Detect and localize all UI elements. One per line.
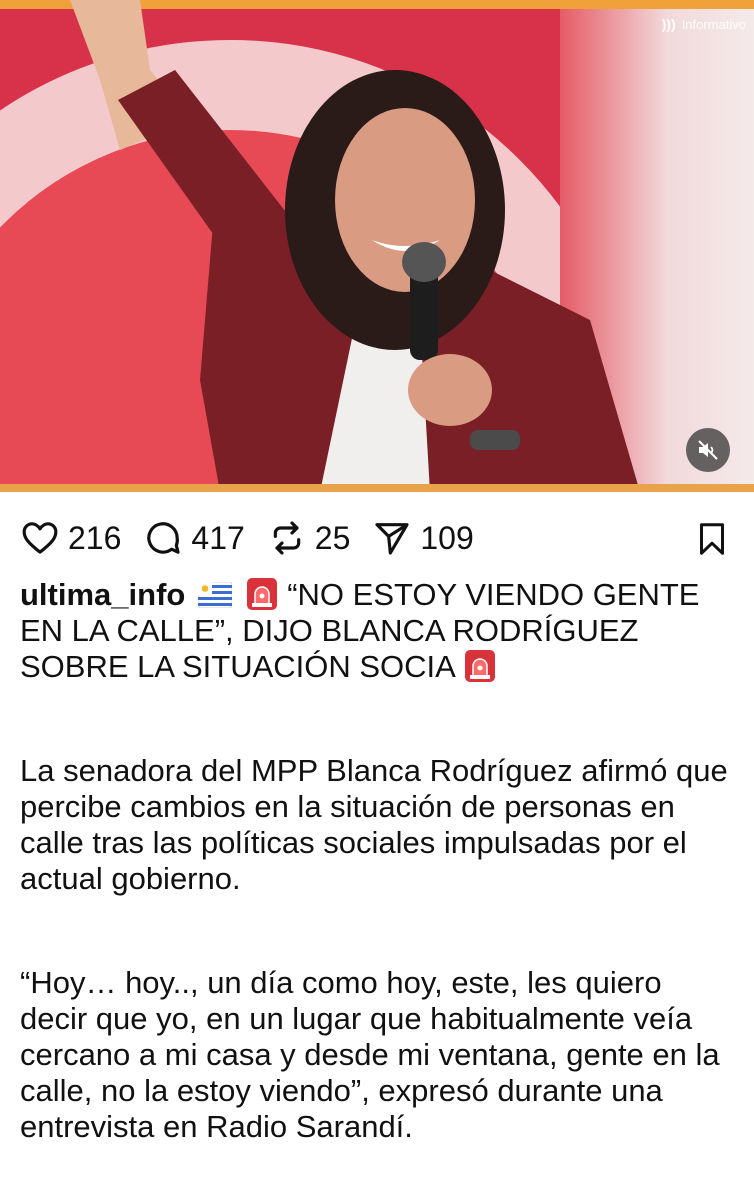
share-count: 109 <box>420 519 474 556</box>
username-link[interactable]: ultima_info <box>20 577 185 612</box>
caption-paragraph: “Hoy… hoy.., un día como hoy, este, les … <box>20 965 720 1144</box>
repost-count: 25 <box>314 519 351 556</box>
siren-icon <box>246 578 277 610</box>
video-player[interactable]: ))) Informativo <box>0 0 754 492</box>
comment-button[interactable]: 417 <box>143 518 245 558</box>
repost-icon <box>273 521 301 555</box>
bookmark-icon <box>700 523 724 555</box>
post-caption: ultima_info “NO ESTOY VIENDO GENTE EN LA… <box>20 577 736 685</box>
broadcaster-label: Informativo <box>681 16 746 32</box>
comment-icon <box>147 522 180 554</box>
siren-icon <box>464 650 495 682</box>
caption-paragraph: La senadora del MPP Blanca Rodríguez afi… <box>20 753 728 896</box>
like-button[interactable]: 216 <box>20 518 121 558</box>
broadcaster-logo: ))) Informativo <box>662 16 746 32</box>
repost-button[interactable]: 25 <box>267 518 351 558</box>
video-bottom-strip <box>0 484 754 492</box>
comment-count: 417 <box>191 519 245 556</box>
speaker-figure <box>70 0 640 492</box>
action-bar: 216 417 25 109 <box>20 512 734 564</box>
save-button[interactable] <box>694 520 730 563</box>
speaker-muted-icon <box>698 440 718 460</box>
mute-button[interactable] <box>686 428 730 472</box>
broadcast-waves-icon: ))) <box>661 16 676 32</box>
share-button[interactable]: 109 <box>372 518 474 558</box>
uruguay-flag-icon <box>197 582 232 608</box>
heart-icon <box>22 522 58 554</box>
send-icon <box>375 523 409 555</box>
like-count: 216 <box>68 519 122 556</box>
